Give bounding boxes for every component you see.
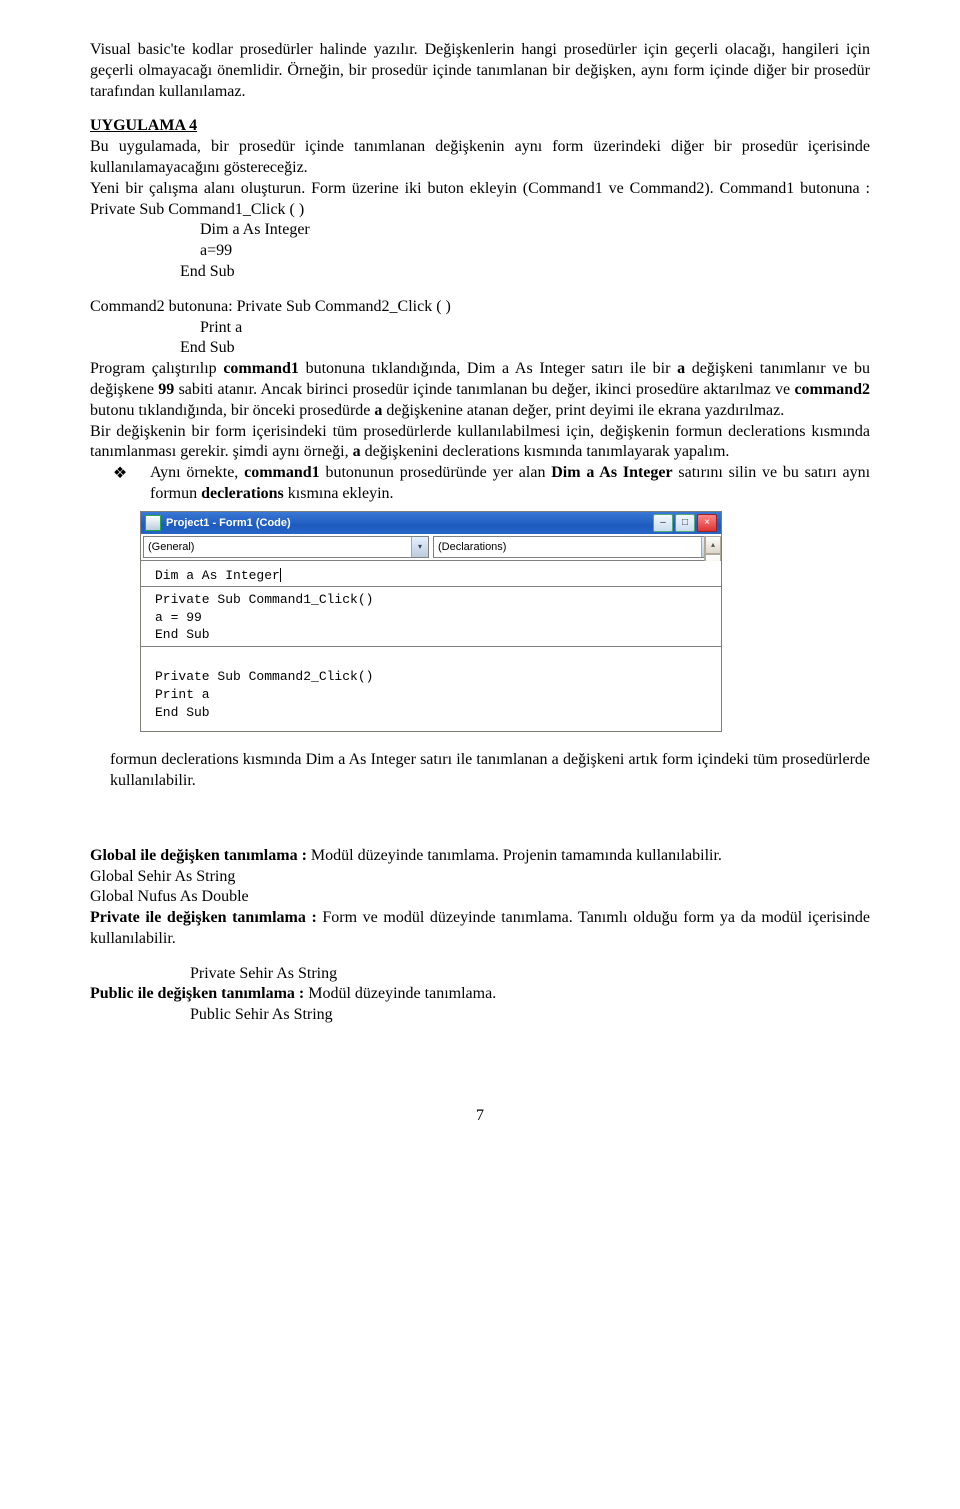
chevron-down-icon: ▾ [411, 537, 428, 557]
global-line1: Global Sehir As String [90, 867, 870, 888]
code-l1: Dim a As Integer [155, 568, 280, 583]
public-line: Public Sehir As String [90, 1005, 870, 1026]
cmd2-head: Command2 butonuna: Private Sub Command2_… [90, 297, 870, 318]
code-l5: Private Sub Command2_Click() [155, 669, 373, 684]
private-line: Private Sehir As String [90, 964, 870, 985]
code2-line1: Print a [90, 318, 870, 339]
diamond-icon: ❖ [90, 463, 150, 505]
procedure-dropdown[interactable]: (Declarations) ▾ [433, 536, 719, 558]
global-line2: Global Nufus As Double [90, 887, 870, 908]
uygulama-p5: formun declerations kısmında Dim a As In… [90, 750, 870, 792]
uygulama-p4: Bir değişkenin bir form içerisindeki tüm… [90, 422, 870, 464]
window-title: Project1 - Form1 (Code) [166, 517, 653, 529]
text-caret [280, 568, 281, 582]
page: Visual basic'te kodlar prosedürler halin… [0, 0, 960, 1167]
procedure-dropdown-value: (Declarations) [438, 541, 506, 553]
uygulama-p3: Program çalıştırılıp command1 butonuna t… [90, 359, 870, 421]
code1-line2: a=99 [90, 241, 870, 262]
minimize-button[interactable]: – [653, 514, 673, 532]
dropdown-row: (General) ▾ (Declarations) ▾ [141, 534, 721, 561]
intro-paragraph: Visual basic'te kodlar prosedürler halin… [90, 40, 870, 102]
uygulama-p2: Yeni bir çalışma alanı oluşturun. Form ü… [90, 179, 870, 221]
scroll-up-icon[interactable]: ▴ [705, 536, 721, 554]
code2-line2: End Sub [90, 338, 870, 359]
maximize-button[interactable]: □ [675, 514, 695, 532]
bullet-diamond-row: ❖ Aynı örnekte, command1 butonunun prose… [90, 463, 870, 505]
public-para: Public ile değişken tanımlama : Modül dü… [90, 984, 870, 1005]
code-l4: End Sub [155, 627, 210, 642]
object-dropdown[interactable]: (General) ▾ [143, 536, 429, 558]
code-area[interactable]: Dim a As Integer Private Sub Command1_Cl… [141, 561, 721, 731]
bullet-text: Aynı örnekte, command1 butonunun prosedü… [150, 463, 870, 505]
code1-line1: Dim a As Integer [90, 220, 870, 241]
code-l3: a = 99 [155, 610, 202, 625]
code-l2: Private Sub Command1_Click() [155, 592, 373, 607]
private-para: Private ile değişken tanımlama : Form ve… [90, 908, 870, 950]
global-para: Global ile değişken tanımlama : Modül dü… [90, 846, 870, 867]
titlebar[interactable]: Project1 - Form1 (Code) – □ × [141, 512, 721, 534]
close-button[interactable]: × [697, 514, 717, 532]
vb-window: Project1 - Form1 (Code) – □ × (General) … [140, 511, 722, 732]
uygulama-p1: Bu uygulamada, bir prosedür içinde tanım… [90, 137, 870, 179]
object-dropdown-value: (General) [148, 541, 194, 553]
code-l7: End Sub [155, 705, 210, 720]
vb-code-window-screenshot: Project1 - Form1 (Code) – □ × (General) … [90, 511, 870, 732]
code-l6: Print a [155, 687, 210, 702]
code1-line3: End Sub [90, 262, 870, 283]
uygulama-heading: UYGULAMA 4 [90, 116, 870, 137]
form-icon [145, 515, 161, 531]
page-number: 7 [90, 1106, 870, 1127]
